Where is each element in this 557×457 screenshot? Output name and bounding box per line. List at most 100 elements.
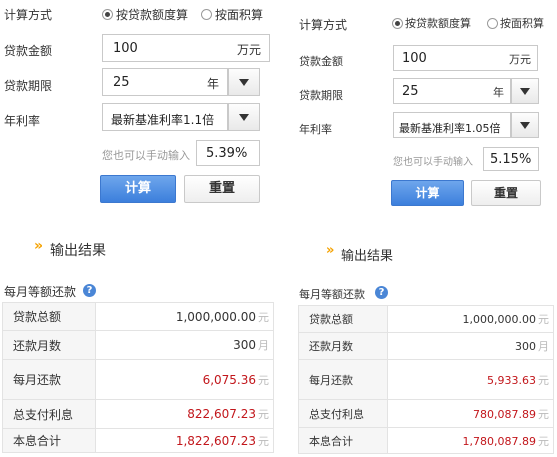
loan-calculator-right: 计算方式 按贷款额度算 按面积算 贷款金额 100 万元 贷款期限 25 年 年…: [283, 0, 557, 457]
row-unit: 月: [538, 340, 549, 353]
radio-by-amount-label[interactable]: 按贷款额度算: [405, 15, 471, 31]
manual-input-hint: 您也可以手动输入: [102, 149, 190, 162]
row-unit: 月: [258, 339, 269, 352]
row-value-cell: 1,822,607.23 元: [95, 428, 274, 453]
rate-dropdown-button[interactable]: [228, 103, 260, 131]
row-label: 每月还款: [298, 359, 388, 400]
rate-select-value: 最新基准利率1.1倍: [111, 113, 215, 127]
help-icon[interactable]: ?: [375, 286, 388, 299]
calc-method-label: 计算方式: [299, 18, 348, 32]
rate-manual-value: 5.15%: [490, 152, 532, 167]
term-dropdown-button[interactable]: [511, 78, 539, 104]
row-label: 贷款总额: [298, 305, 388, 333]
radio-by-area-label[interactable]: 按面积算: [215, 6, 263, 23]
calculate-button[interactable]: 计算: [391, 180, 464, 206]
term-label: 贷款期限: [299, 89, 343, 102]
rate-manual-input[interactable]: 5.15%: [483, 147, 539, 171]
rate-manual-input[interactable]: 5.39%: [196, 140, 260, 166]
calc-method-label: 计算方式: [4, 8, 53, 22]
rate-manual-value: 5.39%: [206, 146, 248, 161]
row-unit: 元: [538, 407, 549, 421]
result-arrow-icon: »: [34, 238, 44, 254]
row-value-cell: 1,000,000.00 元: [95, 302, 274, 331]
table-row: 贷款总额 1,000,000.00 元: [298, 305, 554, 333]
amount-label: 贷款金额: [299, 55, 343, 68]
section-title: 每月等额还款: [4, 285, 77, 299]
row-label: 还款月数: [298, 332, 388, 360]
term-dropdown-button[interactable]: [228, 68, 260, 96]
reset-button[interactable]: 重置: [471, 180, 541, 206]
term-value: 25: [402, 84, 419, 99]
term-unit: 年: [206, 77, 219, 91]
calculate-button[interactable]: 计算: [100, 175, 176, 203]
row-value-cell: 300 月: [95, 330, 274, 360]
amount-value: 100: [402, 51, 427, 66]
result-title: 输出结果: [50, 243, 106, 259]
table-row: 每月还款 5,933.63 元: [298, 359, 554, 400]
table-row: 总支付利息 780,087.89 元: [298, 399, 554, 428]
table-row: 还款月数 300 月: [2, 330, 274, 360]
radio-by-area-label[interactable]: 按面积算: [500, 15, 544, 31]
result-table: 贷款总额 1,000,000.00 元 还款月数 300 月 每月还款 5,933.…: [298, 305, 554, 454]
row-label: 总支付利息: [2, 399, 96, 429]
amount-label: 贷款金额: [4, 44, 53, 58]
row-value-cell: 822,607.23 元: [95, 399, 274, 429]
row-label: 本息合计: [2, 428, 96, 453]
row-value-cell: 300 月: [387, 332, 554, 360]
table-row: 每月还款 6,075.36 元: [2, 359, 274, 400]
radio-by-amount-label[interactable]: 按贷款额度算: [116, 6, 188, 23]
row-unit: 元: [538, 373, 549, 387]
reset-button[interactable]: 重置: [184, 175, 260, 203]
row-unit: 元: [258, 310, 269, 324]
row-label: 还款月数: [2, 330, 96, 360]
result-table: 贷款总额 1,000,000.00 元 还款月数 300 月 每月还款 6,075.…: [2, 302, 274, 453]
amount-value: 100: [113, 41, 138, 56]
row-value: 300: [515, 340, 536, 353]
result-title: 输出结果: [341, 249, 394, 264]
table-row: 贷款总额 1,000,000.00 元: [2, 302, 274, 331]
rate-select[interactable]: 最新基准利率1.05倍: [393, 112, 511, 138]
amount-input[interactable]: 100 万元: [102, 34, 270, 62]
table-row: 还款月数 300 月: [298, 332, 554, 360]
rate-label: 年利率: [4, 114, 41, 128]
row-value-cell: 1,780,087.89 元: [387, 427, 554, 454]
row-value: 822,607.23: [187, 407, 256, 421]
table-row: 本息合计 1,822,607.23 元: [2, 428, 274, 453]
row-value-cell: 5,933.63 元: [387, 359, 554, 400]
rate-label: 年利率: [299, 123, 332, 136]
section-title: 每月等额还款: [299, 288, 365, 301]
term-input[interactable]: 25 年: [393, 78, 511, 104]
rate-select[interactable]: 最新基准利率1.1倍: [102, 103, 228, 131]
table-row: 本息合计 1,780,087.89 元: [298, 427, 554, 454]
term-unit: 年: [493, 86, 504, 99]
row-value: 300: [233, 338, 256, 352]
row-label: 每月还款: [2, 359, 96, 400]
radio-by-amount[interactable]: [102, 9, 113, 20]
amount-unit: 万元: [509, 53, 531, 66]
row-value: 780,087.89: [473, 407, 536, 421]
term-label: 贷款期限: [4, 79, 53, 93]
row-value: 1,822,607.23: [175, 433, 256, 448]
row-value-cell: 1,000,000.00 元: [387, 305, 554, 333]
loan-calculator-left: 计算方式 按贷款额度算 按面积算 贷款金额 100 万元 贷款期限 25 年 年…: [0, 0, 278, 457]
amount-unit: 万元: [236, 43, 261, 57]
row-label: 本息合计: [298, 427, 388, 454]
result-arrow-icon: »: [326, 243, 335, 258]
row-value-cell: 6,075.36 元: [95, 359, 274, 400]
rate-dropdown-button[interactable]: [511, 112, 539, 138]
manual-input-hint: 您也可以手动输入: [393, 157, 473, 168]
row-value: 6,075.36: [202, 372, 256, 387]
row-unit: 元: [258, 408, 269, 421]
rate-select-value: 最新基准利率1.05倍: [399, 122, 501, 135]
radio-by-amount[interactable]: [392, 18, 403, 29]
row-value: 1,780,087.89: [462, 434, 536, 448]
radio-by-area[interactable]: [201, 9, 212, 20]
term-input[interactable]: 25 年: [102, 68, 228, 96]
help-icon[interactable]: ?: [83, 284, 96, 297]
amount-input[interactable]: 100 万元: [393, 45, 538, 71]
row-unit: 元: [258, 373, 269, 387]
radio-by-area[interactable]: [487, 18, 498, 29]
row-value: 1,000,000.00: [175, 309, 256, 324]
row-value-cell: 780,087.89 元: [387, 399, 554, 428]
row-value: 5,933.63: [487, 373, 536, 387]
